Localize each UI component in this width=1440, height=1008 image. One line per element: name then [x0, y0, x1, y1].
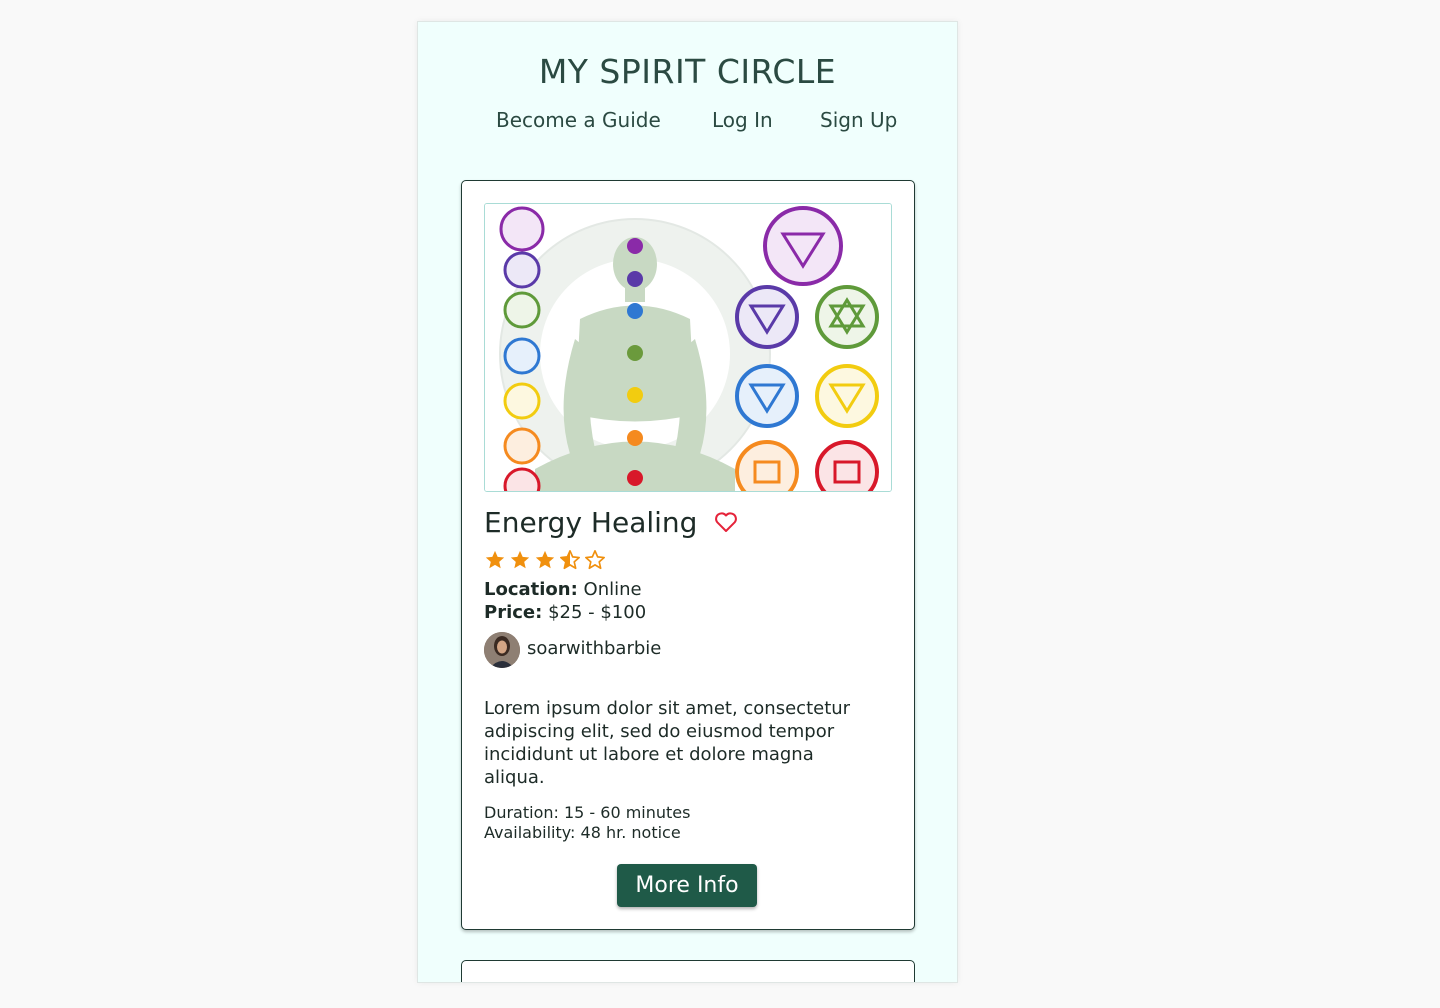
service-title[interactable]: Energy Healing — [484, 506, 697, 539]
location-value: Online — [583, 579, 642, 600]
avatar[interactable] — [484, 632, 520, 668]
service-image[interactable] — [484, 203, 892, 492]
price-value: $25 - $100 — [548, 602, 647, 623]
service-card: Energy Healing Location: Online Price: $… — [461, 180, 915, 930]
heart-icon[interactable] — [714, 511, 738, 533]
duration-text: Duration: 15 - 60 minutes — [484, 803, 691, 822]
more-info-button[interactable]: More Info — [617, 864, 757, 907]
service-description: Lorem ipsum dolor sit amet, consectetur … — [484, 698, 851, 788]
guide-username[interactable]: soarwithbarbie — [527, 638, 661, 659]
top-nav: Become a Guide Log In Sign Up — [418, 108, 957, 138]
star-empty-icon — [585, 550, 605, 570]
star-half-icon — [560, 550, 580, 570]
app-window: MY SPIRIT CIRCLE Become a Guide Log In S… — [417, 21, 958, 983]
price-row: Price: $25 - $100 — [484, 602, 646, 623]
nav-become-a-guide[interactable]: Become a Guide — [496, 108, 661, 132]
star-full-icon — [510, 550, 530, 569]
nav-log-in[interactable]: Log In — [712, 108, 773, 132]
star-full-icon — [535, 550, 555, 569]
chakra-illustration — [485, 204, 891, 491]
star-full-icon — [485, 550, 505, 569]
nav-sign-up[interactable]: Sign Up — [820, 108, 897, 132]
location-row: Location: Online — [484, 579, 642, 600]
site-title[interactable]: MY SPIRIT CIRCLE — [418, 52, 957, 91]
service-card — [461, 960, 915, 982]
location-label: Location: — [484, 579, 578, 600]
availability-text: Availability: 48 hr. notice — [484, 823, 681, 842]
price-label: Price: — [484, 602, 543, 623]
